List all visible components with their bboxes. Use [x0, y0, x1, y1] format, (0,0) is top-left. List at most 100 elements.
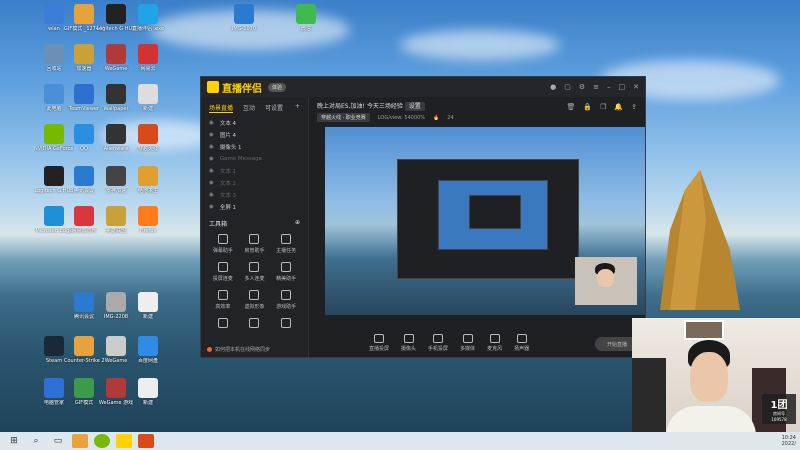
desktop-icon[interactable]: GIF模式 _1274488b — [64, 4, 104, 44]
add-source-icon[interactable]: + — [295, 103, 300, 113]
bell-icon[interactable]: 🔔 — [614, 103, 623, 111]
source-item[interactable]: ◉ 全屏 1 — [201, 201, 308, 213]
desktop-icon[interactable]: 绝地求生 — [130, 166, 166, 206]
maximize-icon[interactable]: □ — [619, 83, 626, 91]
category-select[interactable]: 穿越火线 · 职业竞赛 — [317, 113, 370, 122]
tool-item[interactable]: 房管助手 — [239, 234, 271, 254]
visibility-eye-icon[interactable]: ◉ — [209, 192, 214, 198]
tab-interact[interactable]: 互动 — [243, 103, 255, 113]
tool-item[interactable]: 高效率 — [207, 290, 239, 310]
message-icon[interactable]: ▢ — [564, 83, 571, 91]
desktop-icon[interactable]: 新建 — [130, 84, 166, 124]
tool-item[interactable]: 虚拟形象 — [239, 290, 271, 310]
live-streaming-app-window[interactable]: 直播伴侣 体验 ● ▢ ⚙ ≡ – □ ✕ 场景直播 互动 可设置 + ◉ 文本 … — [200, 76, 646, 358]
tool-item[interactable]: 精美助手 — [270, 262, 302, 282]
taskbar-app-3-icon[interactable] — [116, 434, 132, 448]
tool-item[interactable] — [270, 318, 302, 331]
desktop-icon[interactable]: 微信 — [288, 4, 324, 44]
visibility-eye-icon[interactable]: ◉ — [209, 204, 214, 210]
delete-icon[interactable]: 🗑 — [567, 103, 576, 111]
source-item[interactable]: ◉ 文本 3 — [201, 189, 308, 201]
tool-item[interactable]: 游戏助手 — [270, 290, 302, 310]
settings-icon[interactable]: ⚙ — [579, 83, 585, 91]
lock-icon[interactable]: 🔒 — [583, 103, 592, 111]
desktop-icon[interactable]: TeamViewer — [66, 84, 102, 124]
more-tools-icon[interactable]: ⊕ — [295, 219, 300, 228]
desktop-icon[interactable]: WeGame — [98, 44, 134, 84]
desktop-icon[interactable]: 雷神加速 — [98, 166, 134, 206]
visibility-eye-icon[interactable]: ◉ — [209, 144, 214, 150]
edit-title-button[interactable]: 设置 — [404, 102, 425, 111]
visibility-eye-icon[interactable]: ◉ — [209, 168, 214, 174]
source-item[interactable]: ◉ 摄像头 1 — [201, 141, 308, 153]
visibility-eye-icon[interactable]: ◉ — [209, 180, 214, 186]
toolbar-button[interactable]: 麦克风 — [487, 334, 502, 352]
share-icon[interactable]: ⇪ — [631, 103, 637, 111]
desktop-icon[interactable]: 网易云音乐 — [66, 206, 102, 246]
source-item[interactable]: ◉ 文本 4 — [201, 117, 308, 129]
desktop-icon[interactable]: 腾讯会议 — [66, 292, 102, 332]
desktop-icon[interactable]: IMG-1070 — [226, 4, 262, 44]
stream-title[interactable]: 晚上对局ES,加油! 今天三场经验 — [317, 103, 403, 110]
desktop-icon[interactable]: 腾讯会议 — [66, 166, 102, 206]
start-button[interactable]: ⊞ — [6, 434, 22, 448]
sidebar-footer[interactable]: 如何把本机在线网络同步 — [207, 346, 270, 353]
source-item[interactable]: ◉ 文本 1 — [201, 165, 308, 177]
toolbar-button[interactable]: 摄像头 — [401, 334, 416, 352]
minimize-icon[interactable]: – — [607, 83, 611, 91]
source-item[interactable]: ◉ 图片 4 — [201, 129, 308, 141]
tab-scene[interactable]: 场景直播 — [209, 103, 234, 113]
desktop-icon-label: 直播伴侣 .exe — [131, 26, 165, 32]
source-item[interactable]: ◉ 文本 2 — [201, 177, 308, 189]
desktop-icon[interactable]: 加速器 — [66, 44, 102, 84]
toolbar-button[interactable]: 手机投屏 — [428, 334, 448, 352]
desktop-icon[interactable]: WeGame 游戏 — [98, 378, 134, 418]
avatar-icon[interactable]: ● — [550, 83, 556, 91]
toolbar-button[interactable]: 多媒体 — [460, 334, 475, 352]
desktop-icon[interactable]: Logitech G HUB — [96, 4, 136, 44]
tab-settings[interactable]: 可设置 — [265, 103, 283, 113]
taskbar-app-2-icon[interactable] — [94, 434, 110, 448]
taskbar-app-4-icon[interactable] — [138, 434, 154, 448]
desktop-icon[interactable]: WeGame — [98, 336, 134, 376]
desktop-icon[interactable]: IMG-2208 — [98, 292, 134, 332]
desktop-icon[interactable]: Alienware — [98, 124, 134, 164]
tool-label: 高效率 — [215, 304, 231, 310]
visibility-eye-icon[interactable]: ◉ — [209, 120, 214, 126]
stream-preview[interactable] — [325, 127, 645, 315]
desktop-icon[interactable]: Counter-Strike 2 — [64, 336, 104, 376]
visibility-eye-icon[interactable]: ◉ — [209, 132, 214, 138]
taskview-icon[interactable]: ▭ — [50, 434, 66, 448]
app-title-bar[interactable]: 直播伴侣 体验 ● ▢ ⚙ ≡ – □ ✕ — [201, 77, 645, 97]
visibility-eye-icon[interactable]: ◉ — [209, 156, 214, 162]
toolbar-button[interactable]: 直播投屏 — [369, 334, 389, 352]
desktop-app-icon — [138, 44, 158, 64]
tool-item[interactable] — [239, 318, 271, 331]
desktop-icon[interactable]: Firefox — [130, 206, 166, 246]
tool-item[interactable]: 多人连麦 — [239, 262, 271, 282]
toolbar-button[interactable]: 扬声器 — [514, 334, 529, 352]
desktop-icon[interactable]: 直播伴侣 .exe — [130, 4, 166, 44]
source-item[interactable]: ◉ Game Message — [201, 153, 308, 165]
close-icon[interactable]: ✕ — [633, 83, 639, 91]
copy-icon[interactable]: ❐ — [600, 103, 606, 111]
tool-item[interactable]: 弹幕助手 — [207, 234, 239, 254]
desktop-icon[interactable]: 网易云 — [130, 44, 166, 84]
clock[interactable]: 10:24 2022/ — [782, 435, 796, 447]
toolbar-button-label: 扬声器 — [514, 346, 530, 352]
search-icon[interactable]: ⌕ — [28, 434, 44, 448]
menu-icon[interactable]: ≡ — [593, 83, 599, 91]
tool-item[interactable]: 主播任务 — [270, 234, 302, 254]
taskbar-app-1-icon[interactable] — [72, 434, 88, 448]
desktop-icon[interactable]: QQ — [66, 124, 102, 164]
desktop-icon[interactable]: 百度网盘 — [130, 336, 166, 376]
desktop-icon[interactable]: GIF模式 — [66, 378, 102, 418]
tool-item[interactable] — [207, 318, 239, 331]
desktop-icon[interactable]: Wallpaper — [98, 84, 134, 124]
desktop-icon[interactable]: 新建 — [130, 292, 166, 332]
desktop-icon[interactable]: 英雄联盟 — [98, 206, 134, 246]
desktop-icon-label: 网易云 — [140, 66, 156, 72]
tool-item[interactable]: 投屏连麦 — [207, 262, 239, 282]
desktop-icon[interactable]: 穿越火线 — [130, 124, 166, 164]
desktop-icon[interactable]: 新建 — [130, 378, 166, 418]
